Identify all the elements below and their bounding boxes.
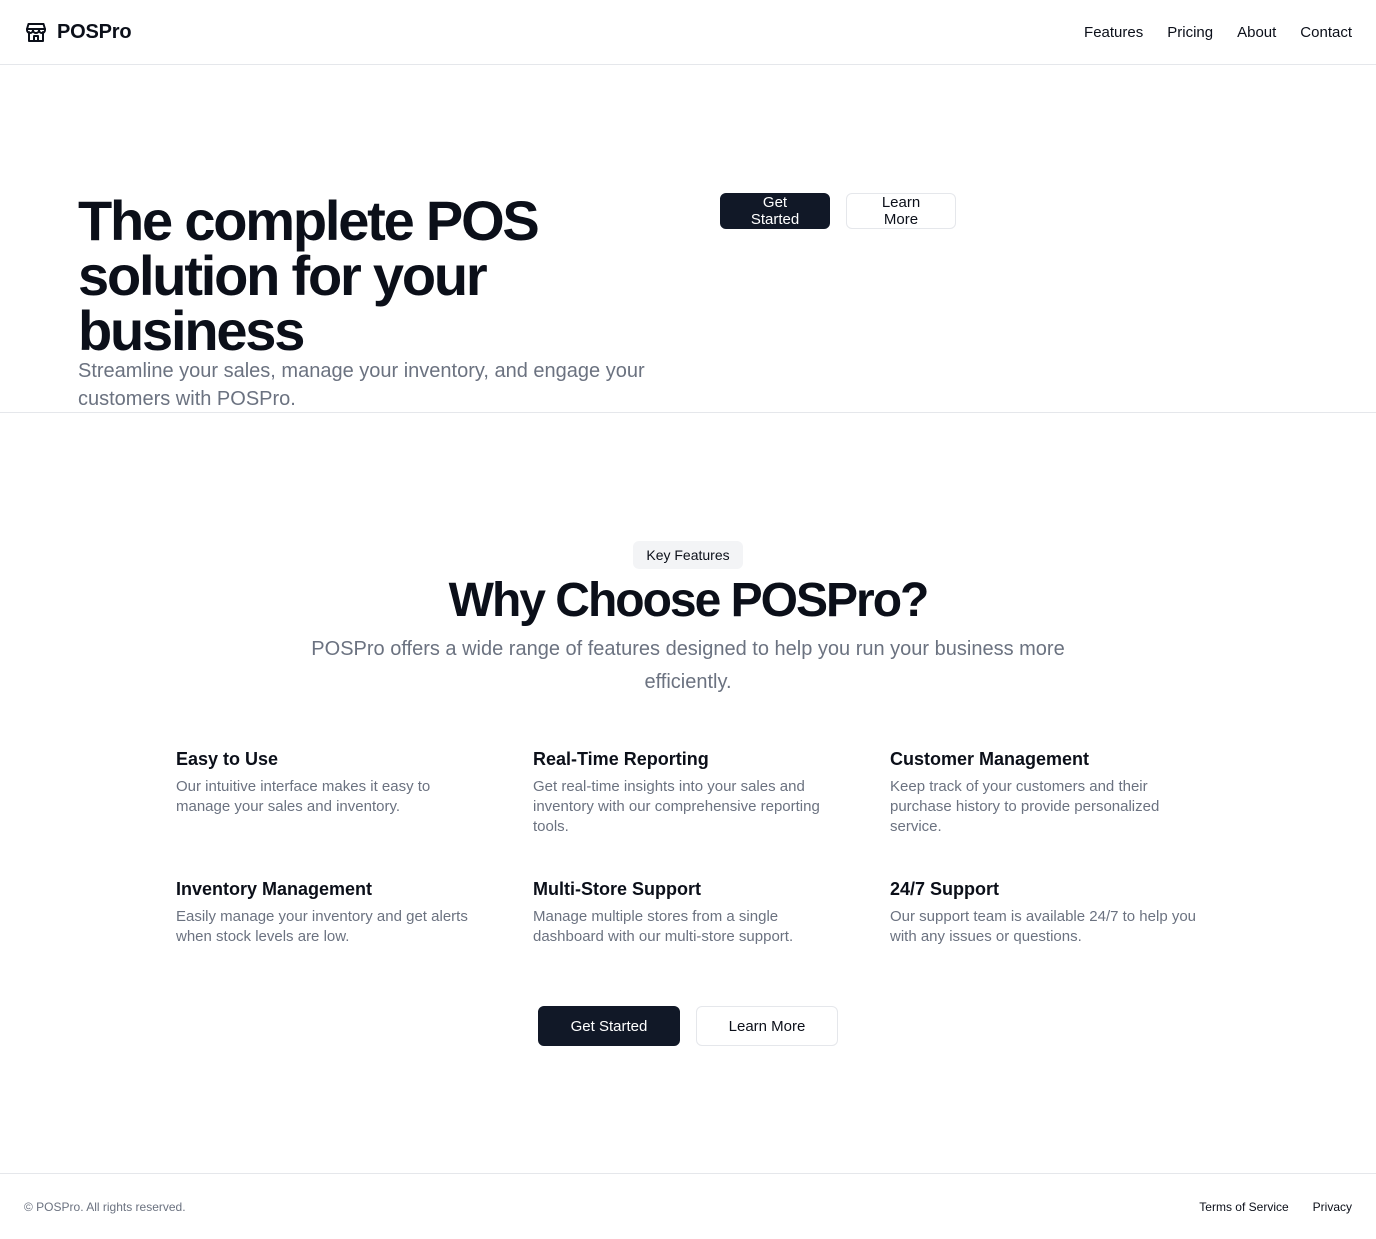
feature-description: Easily manage your inventory and get ale… [176,908,468,945]
key-features-badge: Key Features [633,541,743,569]
brand[interactable]: POSPro [24,20,132,44]
hero-subtitle: Streamline your sales, manage your inven… [78,360,645,410]
brand-name: POSPro [57,20,132,43]
feature-title: Customer Management [890,749,1090,769]
get-started-button[interactable]: Get Started [720,193,830,229]
nav-link-features[interactable]: Features [1084,24,1143,41]
features-title: Why Choose POSPro? [448,574,930,627]
feature-title: Inventory Management [176,879,373,899]
nav-link-about[interactable]: About [1237,24,1276,41]
feature-card: Customer Management Keep track of your c… [890,747,1200,837]
page: POSPro Features Pricing About Contact Th… [0,0,1376,1239]
feature-description: Keep track of your customers and their p… [890,778,1160,835]
features-actions: Get Started Learn More [538,1006,838,1046]
feature-card: Inventory Management Easily manage your … [176,877,486,947]
storefront-icon [26,23,46,42]
feature-description: Our intuitive interface makes it easy to… [176,778,431,815]
feature-description: Manage multiple stores from a single das… [533,908,794,945]
learn-more-button[interactable]: Learn More [696,1006,838,1046]
hero-actions: Get Started Learn More [720,193,956,229]
feature-description: Get real-time insights into your sales a… [533,778,820,835]
hero-title: The complete POS solution for your busin… [78,189,540,362]
features-grid: Easy to Use Our intuitive interface make… [176,747,1216,947]
get-started-button[interactable]: Get Started [538,1006,680,1046]
feature-title: Easy to Use [176,749,279,769]
features-section: Key Features Why Choose POSPro? POSPro o… [0,413,1376,1173]
nav-link-pricing[interactable]: Pricing [1167,24,1213,41]
feature-card: Multi-Store Support Manage multiple stor… [533,877,843,947]
learn-more-button[interactable]: Learn More [846,193,956,229]
privacy-link[interactable]: Privacy [1313,1200,1352,1214]
feature-title: Real-Time Reporting [533,749,709,769]
terms-of-service-link[interactable]: Terms of Service [1199,1200,1288,1214]
feature-title: 24/7 Support [890,879,1000,899]
feature-title: Multi-Store Support [533,879,701,899]
features-subtitle: POSPro offers a wide range of features d… [311,638,1065,693]
site-header: POSPro Features Pricing About Contact [0,0,1376,65]
site-footer: © POSPro. All rights reserved. Terms of … [0,1173,1376,1239]
main-nav: Features Pricing About Contact [1084,24,1352,41]
footer-links: Terms of Service Privacy [1199,1200,1352,1214]
feature-card: Easy to Use Our intuitive interface make… [176,747,486,837]
copyright-text: © POSPro. All rights reserved. [24,1199,186,1214]
feature-card: 24/7 Support Our support team is availab… [890,877,1200,947]
hero-section: The complete POS solution for your busin… [0,65,1376,413]
nav-link-contact[interactable]: Contact [1300,24,1352,41]
feature-card: Real-Time Reporting Get real-time insigh… [533,747,843,837]
feature-description: Our support team is available 24/7 to he… [890,908,1197,945]
